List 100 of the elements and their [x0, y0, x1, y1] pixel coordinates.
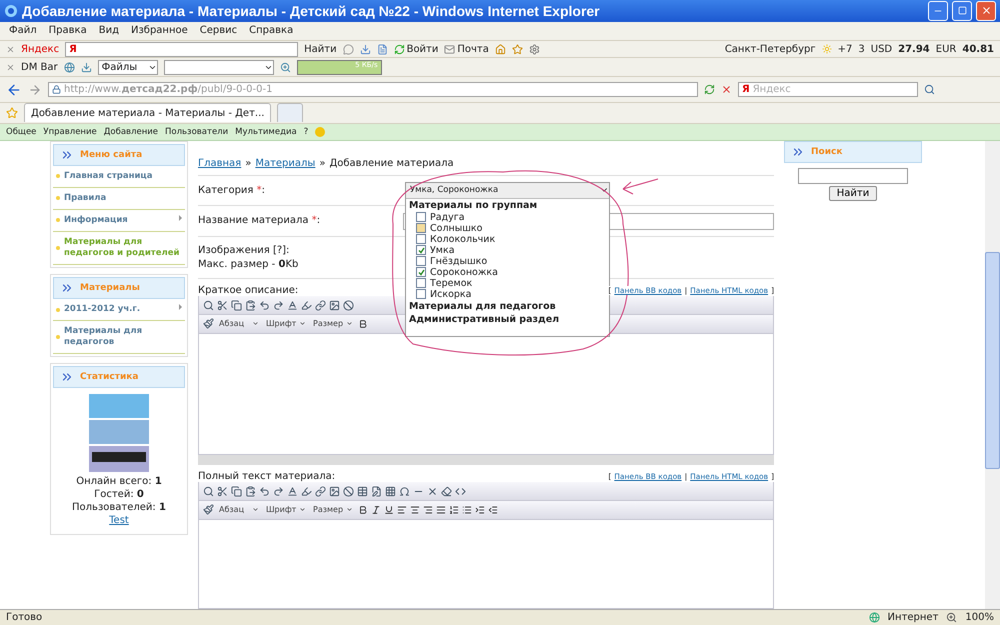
- edit-icon[interactable]: [371, 486, 382, 497]
- globe-icon[interactable]: [64, 62, 75, 73]
- breadcrumb-link[interactable]: Главная: [198, 158, 242, 169]
- scissors-icon[interactable]: [217, 486, 228, 497]
- highlighter-icon[interactable]: [301, 300, 312, 310]
- sidebar-item[interactable]: Главная страница: [53, 166, 185, 188]
- close-button[interactable]: [976, 0, 996, 21]
- city-label[interactable]: Санкт-Петербург: [724, 44, 816, 55]
- web-search-field[interactable]: Я Яндекс: [738, 82, 918, 98]
- star-icon[interactable]: [512, 44, 523, 55]
- ban-icon[interactable]: [343, 486, 354, 497]
- document-icon[interactable]: [376, 44, 388, 55]
- checkbox[interactable]: [416, 245, 426, 256]
- restore-button[interactable]: [952, 0, 972, 21]
- login-button[interactable]: Войти: [406, 44, 438, 55]
- search-icon[interactable]: [203, 300, 214, 310]
- admin-menu-item[interactable]: Управление: [43, 126, 97, 137]
- bold-icon[interactable]: [358, 318, 368, 329]
- checkbox[interactable]: [416, 289, 426, 300]
- menu-item[interactable]: Избранное: [128, 25, 191, 36]
- download-icon[interactable]: [80, 62, 92, 73]
- redo-icon[interactable]: [273, 486, 284, 497]
- minimize-button[interactable]: [928, 0, 948, 21]
- menu-item[interactable]: Файл: [6, 25, 40, 36]
- close-icon[interactable]: [6, 44, 15, 54]
- browser-tab[interactable]: Добавление материала - Материалы - Дет...: [24, 103, 272, 122]
- find-button[interactable]: Найти: [304, 44, 337, 55]
- sidebar-item[interactable]: Информация: [53, 210, 185, 232]
- image-icon[interactable]: [329, 486, 340, 497]
- site-search-input[interactable]: [798, 168, 908, 184]
- highlighter-icon[interactable]: [301, 486, 312, 497]
- link-icon[interactable]: [315, 486, 326, 497]
- brush-icon[interactable]: [203, 318, 214, 330]
- sidebar-item[interactable]: Материалы для педагогов: [53, 321, 185, 354]
- bullet-list-icon[interactable]: [462, 504, 472, 515]
- undo-icon[interactable]: [259, 486, 270, 497]
- url-select[interactable]: [164, 60, 274, 75]
- italic-icon[interactable]: [371, 504, 381, 515]
- brush-icon[interactable]: [203, 504, 214, 516]
- link-icon[interactable]: [315, 300, 326, 310]
- eraser-icon[interactable]: [441, 486, 452, 497]
- search-field[interactable]: Я: [65, 42, 298, 57]
- admin-menu-item[interactable]: ?: [304, 126, 308, 137]
- search-icon[interactable]: [924, 84, 935, 96]
- home-icon[interactable]: [494, 44, 506, 55]
- admin-menu-item[interactable]: Общее: [6, 126, 36, 137]
- category-select-bar[interactable]: Умка, Сороконожка: [406, 182, 609, 199]
- align-right-icon[interactable]: [423, 504, 433, 515]
- paste-icon[interactable]: [245, 300, 256, 310]
- checkbox[interactable]: [416, 212, 426, 222]
- close-icon[interactable]: [6, 62, 15, 72]
- omega-icon[interactable]: [399, 486, 410, 497]
- admin-menu-item[interactable]: Мультимедиа: [235, 126, 297, 137]
- menu-item[interactable]: Сервис: [196, 25, 240, 36]
- format-select[interactable]: Абзац: [217, 503, 261, 516]
- format-select[interactable]: Абзац: [217, 317, 261, 330]
- bold-icon[interactable]: [358, 504, 368, 515]
- menu-item[interactable]: Правка: [46, 25, 90, 36]
- mail-button[interactable]: Почта: [457, 44, 489, 55]
- scissors-icon[interactable]: [217, 300, 228, 310]
- paste-icon[interactable]: [245, 486, 256, 497]
- redo-icon[interactable]: [273, 300, 284, 310]
- checkbox[interactable]: [416, 234, 426, 244]
- copy-icon[interactable]: [231, 486, 242, 497]
- format-select[interactable]: Размер: [311, 317, 355, 330]
- zoom-icon[interactable]: [946, 612, 958, 624]
- admin-menu-item[interactable]: Добавление: [104, 126, 158, 137]
- scrollbar[interactable]: [985, 140, 1000, 610]
- format-select[interactable]: Шрифт: [264, 503, 308, 516]
- grid-icon[interactable]: [385, 486, 396, 497]
- close-icon[interactable]: [427, 486, 438, 497]
- sidebar-item[interactable]: Правила: [53, 188, 185, 210]
- text-color-icon[interactable]: [287, 300, 298, 310]
- refresh-icon[interactable]: [704, 84, 715, 96]
- back-icon[interactable]: [6, 82, 22, 98]
- align-center-icon[interactable]: [410, 504, 420, 515]
- zoom-level[interactable]: 100%: [965, 612, 994, 624]
- files-select[interactable]: Файлы: [98, 60, 158, 75]
- underline-icon[interactable]: [384, 504, 394, 515]
- mail-icon[interactable]: [444, 44, 456, 55]
- menu-item[interactable]: Вид: [96, 25, 122, 36]
- justify-icon[interactable]: [436, 504, 446, 515]
- indent-icon[interactable]: [475, 504, 485, 515]
- breadcrumb-link[interactable]: Материалы: [255, 158, 316, 169]
- copy-icon[interactable]: [231, 300, 242, 310]
- stop-icon[interactable]: [721, 84, 732, 96]
- format-select[interactable]: Размер: [311, 503, 355, 516]
- numbered-list-icon[interactable]: [449, 504, 459, 515]
- ban-icon[interactable]: [343, 300, 354, 310]
- code-icon[interactable]: [455, 486, 466, 497]
- yandex-menu[interactable]: Яндекс: [21, 44, 60, 55]
- user-link[interactable]: Test: [109, 515, 129, 526]
- sidebar-item[interactable]: 2011-2012 уч.г.: [53, 299, 185, 322]
- align-left-icon[interactable]: [397, 504, 407, 515]
- search-icon[interactable]: [203, 486, 214, 497]
- image-icon[interactable]: [329, 300, 340, 310]
- zoom-icon[interactable]: [280, 62, 291, 73]
- checkbox[interactable]: [416, 278, 426, 288]
- text-color-icon[interactable]: [287, 486, 298, 497]
- format-select[interactable]: Шрифт: [264, 317, 308, 330]
